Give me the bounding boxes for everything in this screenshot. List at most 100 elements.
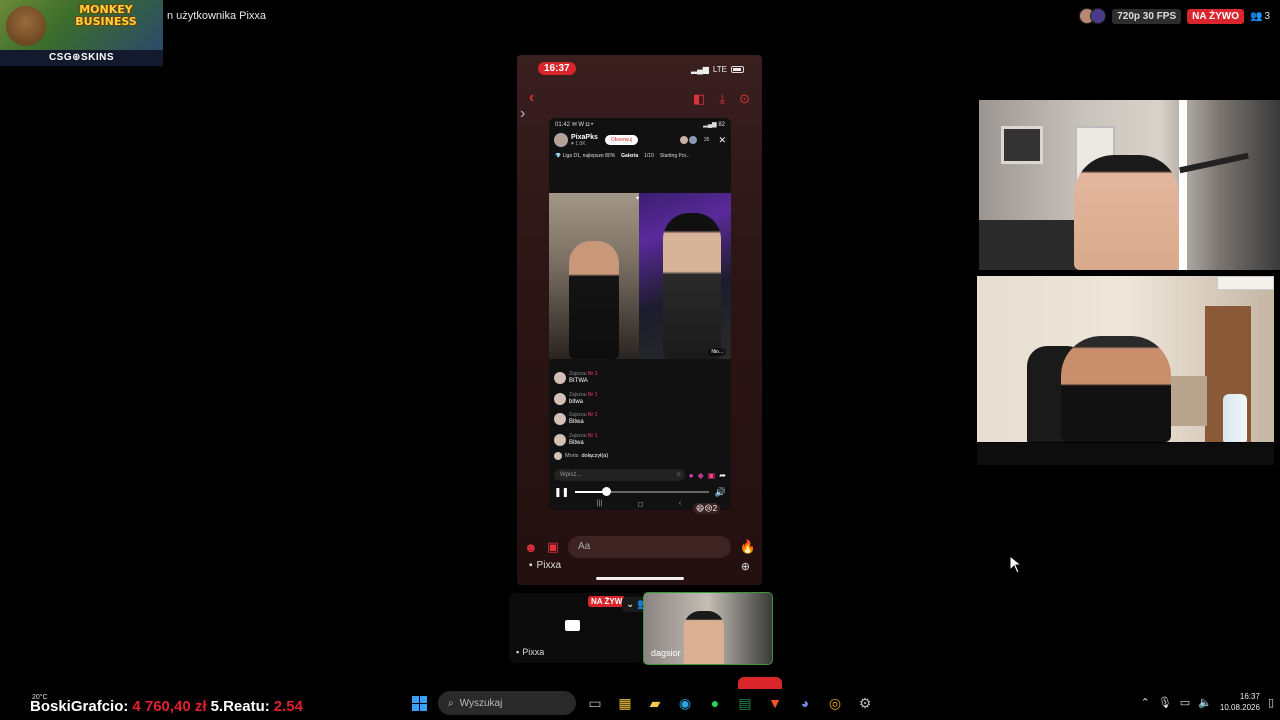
list-item: Zajszou Nr 1 bitwa	[554, 389, 726, 410]
effects-icon[interactable]: ◆	[698, 471, 704, 480]
sponsor-brand: CSG⊕SKINS	[0, 50, 163, 66]
live-header: PixaPks ♥ 1.0K Obserwuj 35 ✕	[549, 130, 731, 150]
clock-time: 16:37	[1239, 692, 1260, 701]
spotify-icon[interactable]: ●	[704, 692, 726, 714]
folder-icon[interactable]: ▰	[644, 692, 666, 714]
host-likes: ♥ 1.0K	[571, 140, 586, 147]
battle-icon: ✦	[635, 196, 641, 202]
gift-icon[interactable]: ▣	[708, 471, 716, 480]
phone-nav-bar: ‹ ◧ ⤓ ⊙	[517, 89, 762, 109]
avatar	[1090, 8, 1107, 24]
avatar	[687, 135, 698, 145]
guest-icon[interactable]: ●	[689, 471, 694, 480]
monkey-icon	[6, 6, 46, 46]
more-icon[interactable]: ⊙	[739, 91, 750, 107]
window-light	[1179, 100, 1187, 270]
stream-quality-badge[interactable]: 720p 30 FPS	[1112, 8, 1182, 24]
gallery-label[interactable]: Galeria	[621, 153, 638, 159]
monitor-icon	[565, 620, 580, 631]
monitor-icon: ▪	[516, 647, 520, 657]
sponsor-banner: MONKEY BUSINESS CSG⊕SKINS	[0, 0, 163, 66]
water-bottle	[1223, 394, 1247, 442]
recents-icon[interactable]: |||	[597, 500, 602, 508]
tile-label: dagsior	[651, 648, 681, 658]
avatar	[554, 372, 566, 385]
network-icon[interactable]: ▭	[1180, 696, 1190, 709]
live-badge: NA ŻYW	[588, 596, 626, 607]
store-icon[interactable]: ▦	[614, 692, 636, 714]
expand-chevron-icon[interactable]: ›	[520, 105, 525, 123]
comment-input[interactable]: Wpisz... ☺	[554, 469, 685, 481]
share-icon[interactable]: ➦	[719, 471, 726, 480]
league-label: 💎 Liga D1, najlepsze 80%	[555, 153, 616, 159]
back-arrow-icon[interactable]: ‹	[529, 89, 534, 107]
system-tray: ⌃ 🎙 ▭ 🔈 16:37 10.08.2026 ▯	[1141, 691, 1274, 713]
phone-clock: 16:37	[538, 62, 576, 75]
chevron-up-icon[interactable]: ⌃	[1141, 696, 1150, 709]
search-icon: ⌕	[448, 697, 454, 709]
signal-icon: ▂▄▆	[690, 65, 709, 74]
microphone-icon[interactable]: 🎙	[1158, 696, 1172, 709]
chevron-down-icon[interactable]: ⌄	[626, 599, 634, 610]
joined-user: Moris	[565, 453, 579, 459]
webcam-bottom-bar	[977, 443, 1274, 465]
fire-icon[interactable]: 🔥	[740, 539, 756, 555]
excel-icon[interactable]: ▤	[734, 692, 756, 714]
person	[1074, 155, 1179, 270]
notification-icon[interactable]: ▯	[1268, 696, 1274, 709]
back-icon[interactable]: ‹	[679, 500, 681, 508]
edge-icon[interactable]: ◉	[674, 692, 696, 714]
scrubber-knob[interactable]	[601, 487, 611, 496]
android-nav-bar: ||| ◻ ‹	[579, 500, 699, 508]
windows-start-icon[interactable]	[408, 692, 430, 714]
image-icon[interactable]: ▣	[547, 539, 559, 555]
scrubber-track[interactable]	[575, 487, 709, 496]
pause-icon[interactable]: ❚❚	[554, 487, 569, 498]
taskbar: ⌕ Wyszukaj ▭ ▦ ▰ ◉ ● ▤ ▼ ◕ ◎ ⚙ ⌃ 🎙 ▭ 🔈 1…	[0, 688, 1280, 720]
settings-icon[interactable]: ⚙	[854, 692, 876, 714]
viewer-count-value: 3	[1264, 10, 1270, 22]
taskbar-apps: ⌕ Wyszukaj ▭ ▦ ▰ ◉ ● ▤ ▼ ◕ ◎ ⚙	[408, 691, 876, 715]
download-icon[interactable]: ⤓	[719, 91, 725, 107]
taskbar-search[interactable]: ⌕ Wyszukaj	[438, 691, 576, 715]
emoji-icon[interactable]: ☺	[676, 469, 682, 481]
home-icon[interactable]: ◻	[638, 500, 644, 508]
live-badge: NA ŻYWO	[1187, 8, 1244, 24]
zoom-icon[interactable]: ⊕	[741, 560, 750, 573]
brave-icon[interactable]: ▼	[764, 692, 786, 714]
inner-notification-icons: ✉ W ◘ •	[571, 121, 594, 128]
discord-icon[interactable]: ◕	[794, 692, 816, 714]
people-icon: 👥	[1249, 10, 1263, 22]
comment-text: BITWA	[569, 378, 588, 385]
microphone-arm	[1179, 152, 1249, 174]
taskbar-clock[interactable]: 16:37 10.08.2026	[1220, 691, 1260, 713]
starting-points-label: Starting Poi...	[659, 153, 690, 159]
task-view-icon[interactable]: ▭	[584, 692, 606, 714]
clock-date: 10.08.2026	[1219, 703, 1260, 712]
list-item: Zajszou Nr 1 Bitwa	[554, 430, 726, 451]
window-title: n użytkownika Pixxa	[167, 10, 267, 22]
chrome-icon[interactable]: ◎	[824, 692, 846, 714]
comment-text: Bitwa	[569, 419, 584, 426]
volume-icon[interactable]: 🔊	[715, 487, 726, 498]
comment-list: Zajszou Nr 1 BITWA Zajszou Nr 1 bitwa Zajs…	[554, 368, 726, 462]
network-label: LTE	[712, 65, 727, 74]
battery-icon	[731, 66, 744, 73]
split-view-icon[interactable]: ◧	[693, 91, 705, 107]
volume-icon[interactable]: 🔈	[1198, 696, 1212, 709]
wall-picture	[1001, 126, 1043, 164]
add-reaction-icon[interactable]: ☻	[524, 540, 538, 555]
battle-left-video	[549, 193, 639, 359]
follow-button[interactable]: Obserwuj	[604, 135, 638, 145]
opponent-tag[interactable]: Nio...	[708, 348, 726, 356]
phone-status-bar: ▂▄▆ LTE	[691, 65, 744, 74]
viewer-avatars	[1079, 8, 1107, 24]
close-icon[interactable]: ✕	[718, 135, 726, 146]
screen-share: 16:37 ▂▄▆ LTE ‹ ◧ ⤓ ⊙ › 01:42 ✉ W ◘ • ▂▄…	[517, 55, 762, 585]
video-scrubber[interactable]: ❚❚ 🔊	[554, 486, 726, 498]
participant-tile[interactable]: dagsior	[643, 592, 773, 665]
host-avatar[interactable]	[554, 133, 568, 147]
person	[569, 241, 619, 359]
message-input[interactable]: Aa	[567, 536, 731, 558]
person	[684, 611, 724, 664]
